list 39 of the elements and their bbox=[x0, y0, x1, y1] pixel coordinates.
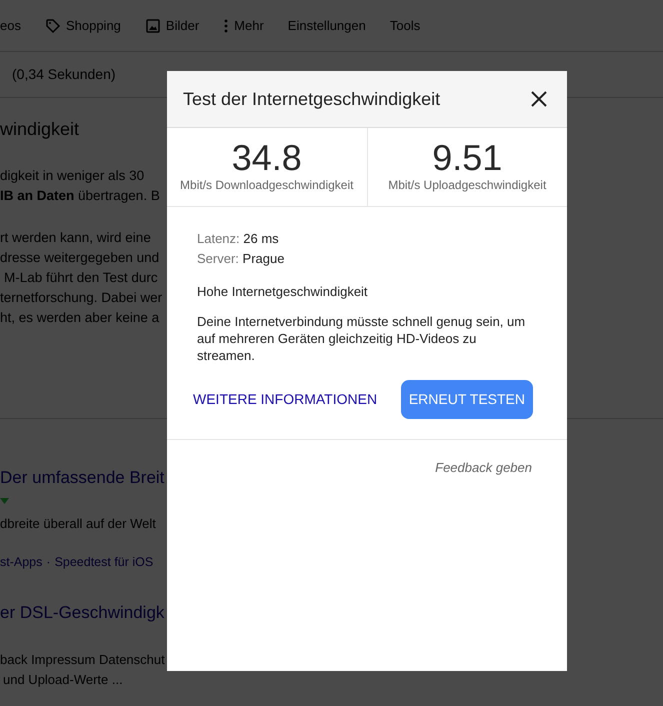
retest-button[interactable]: ERNEUT TESTEN bbox=[400, 380, 533, 418]
snippet-text: IB an Daten übertragen. B bbox=[0, 188, 160, 203]
result-snippet: und Upload-Werte ... bbox=[3, 672, 123, 686]
result-description: Deine Internetverbindung müsste schnell genug sein, um auf mehreren Geräten gleichzeitig HD-Videos zu streamen. bbox=[197, 314, 526, 362]
result-stats: (0,34 Sekunden) bbox=[12, 65, 116, 84]
download-label: Mbit/s Downloadgeschwindigkeit bbox=[179, 177, 354, 194]
detail-text: Server: Prague bbox=[197, 251, 284, 266]
separator-dot: · bbox=[46, 554, 51, 571]
result-title[interactable]: er DSL-Geschwindigk bbox=[0, 603, 164, 622]
download-speed: 34.8 bbox=[232, 140, 302, 176]
dialog-title: Test der Internetgeschwindigkeit bbox=[183, 88, 440, 111]
info-text: dresse weitergegeben und bbox=[0, 250, 160, 265]
info-text: ht, es werden aber keine a bbox=[0, 310, 160, 325]
detail-text: Latenz: 26 ms bbox=[197, 231, 279, 246]
sitelink[interactable]: st-Apps bbox=[0, 552, 42, 572]
nav-tab[interactable]: Einstellungen bbox=[288, 16, 366, 36]
nav-tab[interactable]: Shopping bbox=[44, 16, 121, 36]
more-icon bbox=[223, 18, 230, 34]
section-heading: windigkeit bbox=[0, 119, 80, 139]
result-snippet: back Impressum Datenschut bbox=[0, 652, 165, 666]
nav-tab[interactable]: eos bbox=[0, 16, 21, 36]
speed-verdict: Hohe Internetgeschwindigkeit bbox=[197, 284, 368, 299]
upload-label: Mbit/s Uploadgeschwindigkeit bbox=[387, 177, 548, 194]
feedback-link[interactable]: Feedback geben bbox=[435, 458, 532, 477]
info-text: ternetforschung. Dabei wer bbox=[0, 290, 162, 305]
image-icon bbox=[144, 18, 161, 34]
more-info-link[interactable]: WEITERE INFORMATIONEN bbox=[189, 380, 382, 418]
close-icon bbox=[531, 91, 547, 107]
info-text: M-Lab führt den Test durc bbox=[4, 270, 158, 285]
upload-speed: 9.51 bbox=[432, 140, 502, 176]
info-text: rt werden kann, wird eine bbox=[0, 230, 151, 245]
snippet-text: digkeit in weniger als 30 bbox=[0, 168, 144, 183]
tag-icon bbox=[44, 18, 61, 34]
nav-tab[interactable]: Tools bbox=[390, 16, 420, 36]
nav-tab[interactable]: Mehr bbox=[223, 16, 264, 36]
nav-tab[interactable]: Bilder bbox=[144, 16, 200, 36]
sitelink[interactable]: Speedtest für iOS bbox=[54, 552, 154, 572]
result-title[interactable]: Der umfassende Breit bbox=[0, 468, 164, 487]
result-snippet: dbreite überall auf der Welt bbox=[0, 516, 156, 531]
